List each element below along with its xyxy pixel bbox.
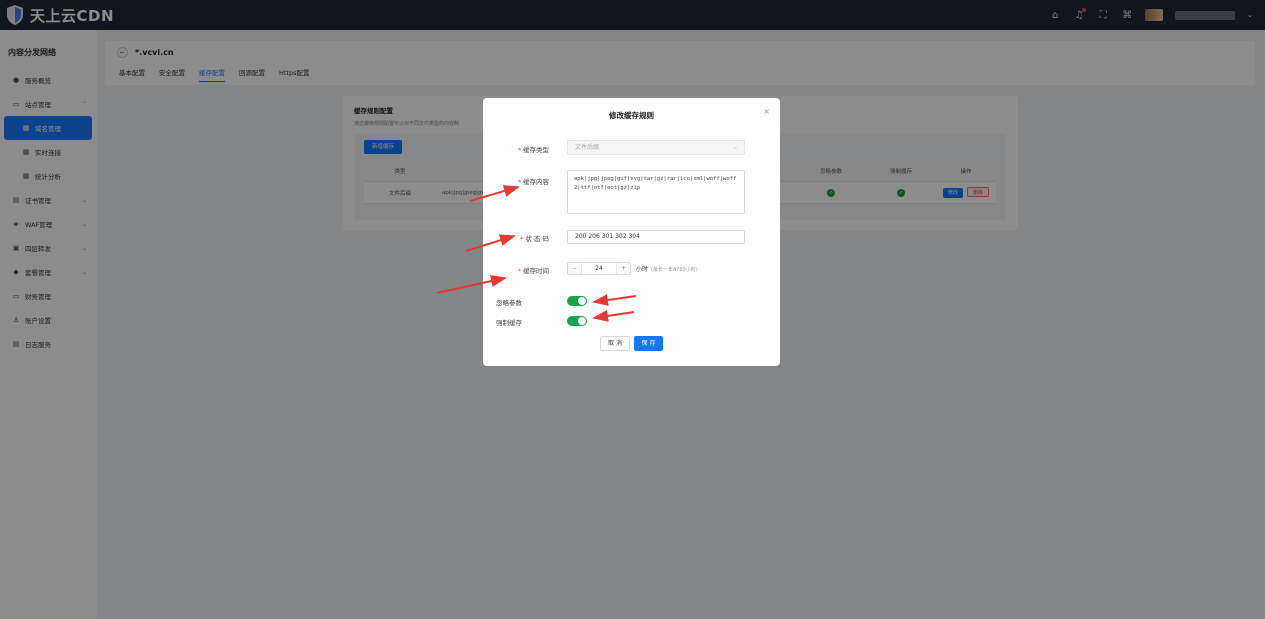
label-text: 缓存内容	[523, 178, 549, 186]
cache-content-label: * 缓存内容	[517, 178, 549, 186]
dialog-title: 修改缓存规则	[609, 111, 654, 120]
increment-button[interactable]: +	[617, 263, 630, 274]
toggle-knob	[578, 297, 586, 305]
ignore-params-toggle[interactable]	[567, 296, 587, 306]
cache-type-label: * 缓存类型	[517, 146, 549, 154]
decrement-button[interactable]: −	[568, 263, 581, 274]
force-cache-toggle[interactable]	[567, 316, 587, 326]
close-icon[interactable]: ×	[763, 107, 770, 116]
cache-time-unit: 小时 (最长一年8760小时)	[636, 264, 698, 273]
cache-time-input[interactable]: 24	[581, 263, 617, 274]
status-code-input[interactable]: 200 206 301 302 304	[567, 230, 745, 244]
label-text: 状 态 码	[525, 235, 549, 243]
chevron-down-icon: ⌄	[732, 144, 738, 151]
save-button[interactable]: 保 存	[634, 336, 663, 351]
unit-text: 小时	[636, 266, 649, 273]
cache-type-select[interactable]: 文件后缀 ⌄	[567, 140, 745, 155]
toggle-knob	[578, 317, 586, 325]
status-code-label: * 状 态 码	[520, 235, 549, 243]
edit-cache-rule-dialog: 修改缓存规则 × * 缓存类型 文件后缀 ⌄ * 缓存内容 apk|jpg|jpeg|…	[483, 98, 780, 366]
cache-time-stepper: − 24 +	[567, 262, 631, 275]
cache-time-label: * 缓存时间	[517, 267, 549, 275]
force-cache-label: 强制缓存	[496, 319, 522, 327]
select-value: 文件后缀	[575, 144, 600, 151]
label-text: 缓存时间	[523, 267, 549, 275]
ignore-params-label: 忽略参数	[496, 299, 522, 307]
cancel-button[interactable]: 取 消	[600, 336, 630, 351]
unit-hint: (最长一年8760小时)	[651, 267, 698, 273]
cache-content-textarea[interactable]: apk|jpg|jpeg|gif|svg|tar|gz|rar|ico|xml|…	[567, 170, 745, 214]
label-text: 缓存类型	[523, 146, 549, 154]
